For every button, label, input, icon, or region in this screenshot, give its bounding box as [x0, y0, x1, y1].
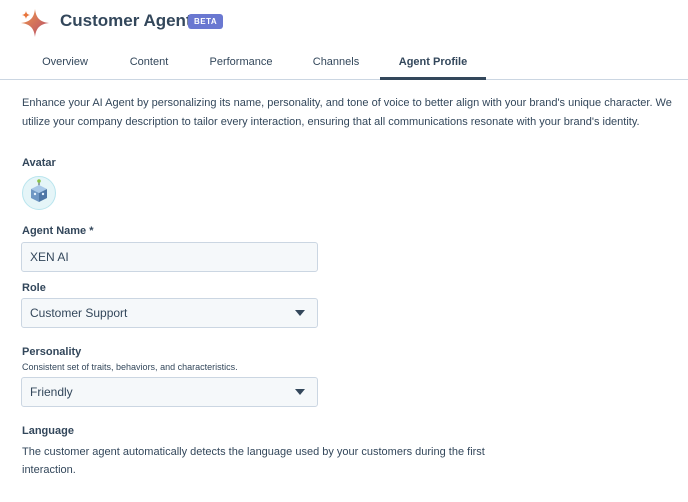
chevron-down-icon [295, 389, 305, 395]
page-header: Customer Agent BETA Overview Content Per… [0, 0, 688, 80]
profile-description: Enhance your AI Agent by personalizing i… [22, 97, 672, 128]
role-select[interactable]: Customer Support [21, 298, 318, 328]
personality-select[interactable]: Friendly [21, 377, 318, 407]
role-label: Role [22, 282, 46, 294]
personality-select-value: Friendly [30, 385, 73, 399]
tab-overview[interactable]: Overview [22, 48, 108, 80]
tab-agent-profile[interactable]: Agent Profile [380, 48, 486, 80]
personality-label: Personality [22, 346, 82, 358]
avatar[interactable] [22, 176, 56, 210]
sparkle-star-icon [21, 9, 49, 37]
language-label: Language [22, 425, 74, 437]
personality-help-text: Consistent set of traits, behaviors, and… [22, 362, 238, 372]
role-select-value: Customer Support [30, 306, 128, 320]
agent-name-label: Agent Name * [22, 225, 94, 237]
agent-name-input[interactable] [21, 242, 318, 272]
avatar-label: Avatar [22, 157, 56, 169]
tab-performance[interactable]: Performance [190, 48, 292, 80]
profile-description-block: Enhance your AI Agent by personalizing i… [22, 94, 682, 132]
language-description: The customer agent automatically detects… [22, 446, 485, 476]
page-title: Customer Agent [60, 11, 192, 30]
tab-bar: Overview Content Performance Channels Ag… [0, 48, 688, 80]
robot-cube-avatar-icon [31, 179, 47, 202]
beta-badge: BETA [188, 14, 224, 29]
tab-content[interactable]: Content [110, 48, 188, 80]
tab-channels[interactable]: Channels [294, 48, 378, 80]
chevron-down-icon [295, 310, 305, 316]
